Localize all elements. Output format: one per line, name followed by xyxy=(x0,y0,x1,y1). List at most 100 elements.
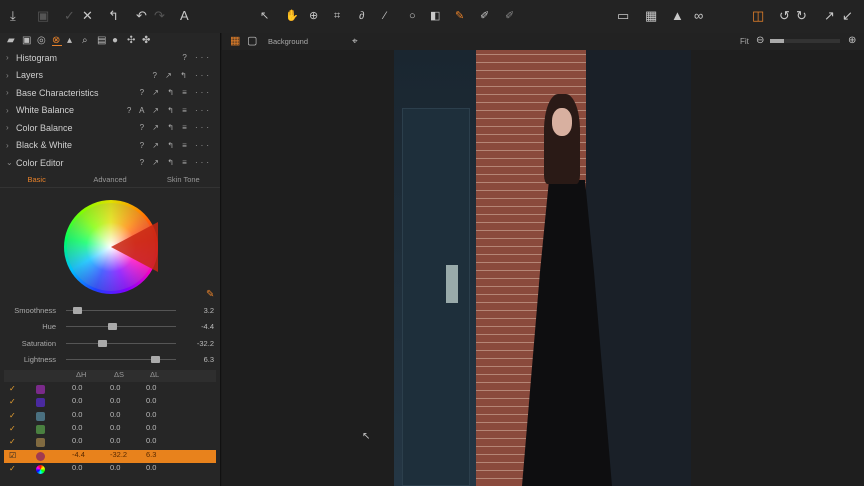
adjustments-tab-icon[interactable]: ▤ xyxy=(97,36,107,46)
checkmark-icon[interactable]: ✓ xyxy=(64,9,75,23)
tool-actions[interactable]: ? ↗ ↰ ··· xyxy=(152,71,212,80)
tool-actions[interactable]: ? ··· xyxy=(182,53,212,62)
tool-white-balance[interactable]: › White Balance ? A ↗ ↰ ≡ ··· xyxy=(0,102,220,120)
chevron-right-icon: › xyxy=(6,123,9,133)
multi-view-icon[interactable]: ▦ xyxy=(230,34,240,48)
add-layer-icon[interactable]: ⌖ xyxy=(352,35,358,49)
tool-color-editor[interactable]: ⌄ Color Editor ? ↗ ↰ ≡ ··· xyxy=(0,154,220,172)
color-range-row[interactable]: ✓ 0.0 0.0 0.0 xyxy=(4,436,216,449)
checkbox[interactable]: ✓ xyxy=(9,424,16,433)
undo-icon[interactable]: ↶ xyxy=(136,9,147,23)
color-range-row[interactable]: ☑ -4.4 -32.2 6.3 xyxy=(4,449,216,463)
pan-hand-icon[interactable]: ✋ xyxy=(285,9,299,23)
color-picker-icon[interactable]: ✎ xyxy=(206,288,214,302)
delete-icon[interactable]: ✕ xyxy=(82,9,93,23)
crop-icon[interactable]: ⌗ xyxy=(334,9,340,23)
tool-black-white[interactable]: › Black & White ? ↗ ↰ ≡ ··· xyxy=(0,137,220,155)
checkbox[interactable]: ✓ xyxy=(9,411,16,420)
loupe-icon[interactable]: ∞ xyxy=(694,9,703,23)
checkbox[interactable]: ✓ xyxy=(9,397,16,406)
keystone-icon[interactable]: ⁄ xyxy=(384,9,386,23)
photo-preview[interactable] xyxy=(394,50,691,486)
slider-value[interactable]: 3.2 xyxy=(204,306,214,315)
zoom-icon[interactable]: ⊕ xyxy=(309,9,318,23)
slider-knob[interactable] xyxy=(73,307,82,314)
slider-track[interactable] xyxy=(66,307,176,314)
details-tab-icon[interactable]: ⌕ xyxy=(82,36,92,46)
lens-tab-icon[interactable]: ◎ xyxy=(37,36,47,46)
select-cursor-icon[interactable]: ↖ xyxy=(260,9,269,23)
slider-value[interactable]: 6.3 xyxy=(204,355,214,364)
output-tab-icon[interactable]: ✣ xyxy=(127,36,137,46)
tab-basic[interactable]: Basic xyxy=(0,175,73,184)
slider-value[interactable]: -32.2 xyxy=(197,339,214,348)
slider-knob[interactable] xyxy=(98,339,108,347)
slider-label: Hue xyxy=(42,322,56,332)
color-range-row[interactable]: ✓ 0.0 0.0 0.0 xyxy=(4,410,216,423)
rotate-right-icon[interactable]: ↻ xyxy=(796,9,807,23)
color-tab-icon[interactable]: ⊗ xyxy=(52,36,62,46)
tool-actions[interactable]: ? ↗ ↰ ≡ ··· xyxy=(140,88,212,97)
copy-adjustments-icon[interactable]: ◫ xyxy=(752,9,764,23)
slider-lightness[interactable]: Lightness 6.3 xyxy=(0,354,220,366)
single-view-icon[interactable]: ▢ xyxy=(247,34,257,48)
rotate-icon[interactable]: ∂ xyxy=(359,9,364,23)
tab-advanced[interactable]: Advanced xyxy=(73,175,146,184)
slider-value[interactable]: -4.4 xyxy=(201,322,214,331)
collapse-icon[interactable]: ↙ xyxy=(842,9,853,23)
zoom-slider[interactable] xyxy=(770,39,840,43)
tool-actions[interactable]: ? ↗ ↰ ≡ ··· xyxy=(140,123,212,132)
tool-actions[interactable]: ? ↗ ↰ ≡ ··· xyxy=(140,141,212,150)
tool-actions[interactable]: ? ↗ ↰ ≡ ··· xyxy=(140,158,212,167)
slider-track[interactable] xyxy=(66,355,176,363)
zoom-out-icon[interactable]: ⊖ xyxy=(756,34,764,48)
slider-hue[interactable]: Hue -4.4 xyxy=(0,321,220,333)
color-range-row[interactable]: ✓ 0.0 0.0 0.0 xyxy=(4,423,216,436)
proof-icon[interactable]: ▭ xyxy=(617,9,629,23)
slider-label: Smoothness xyxy=(14,306,56,315)
reset-icon[interactable]: ↰ xyxy=(108,9,119,23)
library-tab-icon[interactable]: ▰ xyxy=(7,36,17,46)
zoom-level[interactable]: Fit xyxy=(740,37,749,46)
slider-track[interactable] xyxy=(66,339,176,347)
brush-icon[interactable]: ✐ xyxy=(480,9,489,23)
eraser-icon[interactable]: ✐ xyxy=(505,9,514,23)
text-icon[interactable]: A xyxy=(180,9,189,23)
color-range-row[interactable]: ✓ 0.0 0.0 0.0 xyxy=(4,383,216,396)
color-range-row[interactable]: ✓ 0.0 0.0 0.0 xyxy=(4,463,216,476)
grid-icon[interactable]: ▦ xyxy=(645,9,657,23)
exposure-tab-icon[interactable]: ▴ xyxy=(67,36,77,46)
rotate-left-icon[interactable]: ↺ xyxy=(779,9,790,23)
delta-lightness: 6.3 xyxy=(146,449,157,459)
checkbox[interactable]: ✓ xyxy=(9,384,16,393)
tool-color-balance[interactable]: › Color Balance ? ↗ ↰ ≡ ··· xyxy=(0,119,220,137)
batch-tab-icon[interactable]: ✤ xyxy=(142,36,152,46)
slider-track[interactable] xyxy=(66,323,176,331)
tool-actions[interactable]: ? A ↗ ↰ ≡ ··· xyxy=(127,106,212,115)
checkbox[interactable]: ☑ xyxy=(9,451,16,460)
zoom-in-icon[interactable]: ⊕ xyxy=(848,34,856,48)
gradient-icon[interactable]: ◧ xyxy=(430,9,440,23)
exposure-warning-icon[interactable]: ▲ xyxy=(671,9,684,23)
tab-skin-tone[interactable]: Skin Tone xyxy=(147,175,220,184)
expand-icon[interactable]: ↗ xyxy=(824,9,835,23)
color-range-row[interactable]: ✓ 0.0 0.0 0.0 xyxy=(4,396,216,409)
tool-histogram[interactable]: › Histogram ? ··· xyxy=(0,49,220,67)
slider-knob[interactable] xyxy=(108,323,118,331)
camera-icon[interactable]: ▣ xyxy=(37,9,49,23)
slider-smoothness[interactable]: Smoothness 3.2 xyxy=(0,305,220,317)
redo-icon[interactable]: ↷ xyxy=(154,9,165,23)
tool-layers[interactable]: › Layers ? ↗ ↰ ··· xyxy=(0,67,220,85)
slider-saturation[interactable]: Saturation -32.2 xyxy=(0,338,220,350)
layer-selector[interactable]: Background xyxy=(268,37,308,46)
metadata-tab-icon[interactable]: ● xyxy=(112,36,122,46)
spot-icon[interactable]: ○ xyxy=(409,9,416,23)
color-picker-icon[interactable]: ✎ xyxy=(455,9,464,23)
import-icon[interactable]: ⤓ xyxy=(10,9,16,23)
capture-tab-icon[interactable]: ▣ xyxy=(22,36,32,46)
checkbox[interactable]: ✓ xyxy=(9,437,16,446)
tool-base-characteristics[interactable]: › Base Characteristics ? ↗ ↰ ≡ ··· xyxy=(0,84,220,102)
color-swatch xyxy=(36,385,45,394)
checkbox[interactable]: ✓ xyxy=(9,464,16,473)
slider-knob[interactable] xyxy=(151,355,161,363)
